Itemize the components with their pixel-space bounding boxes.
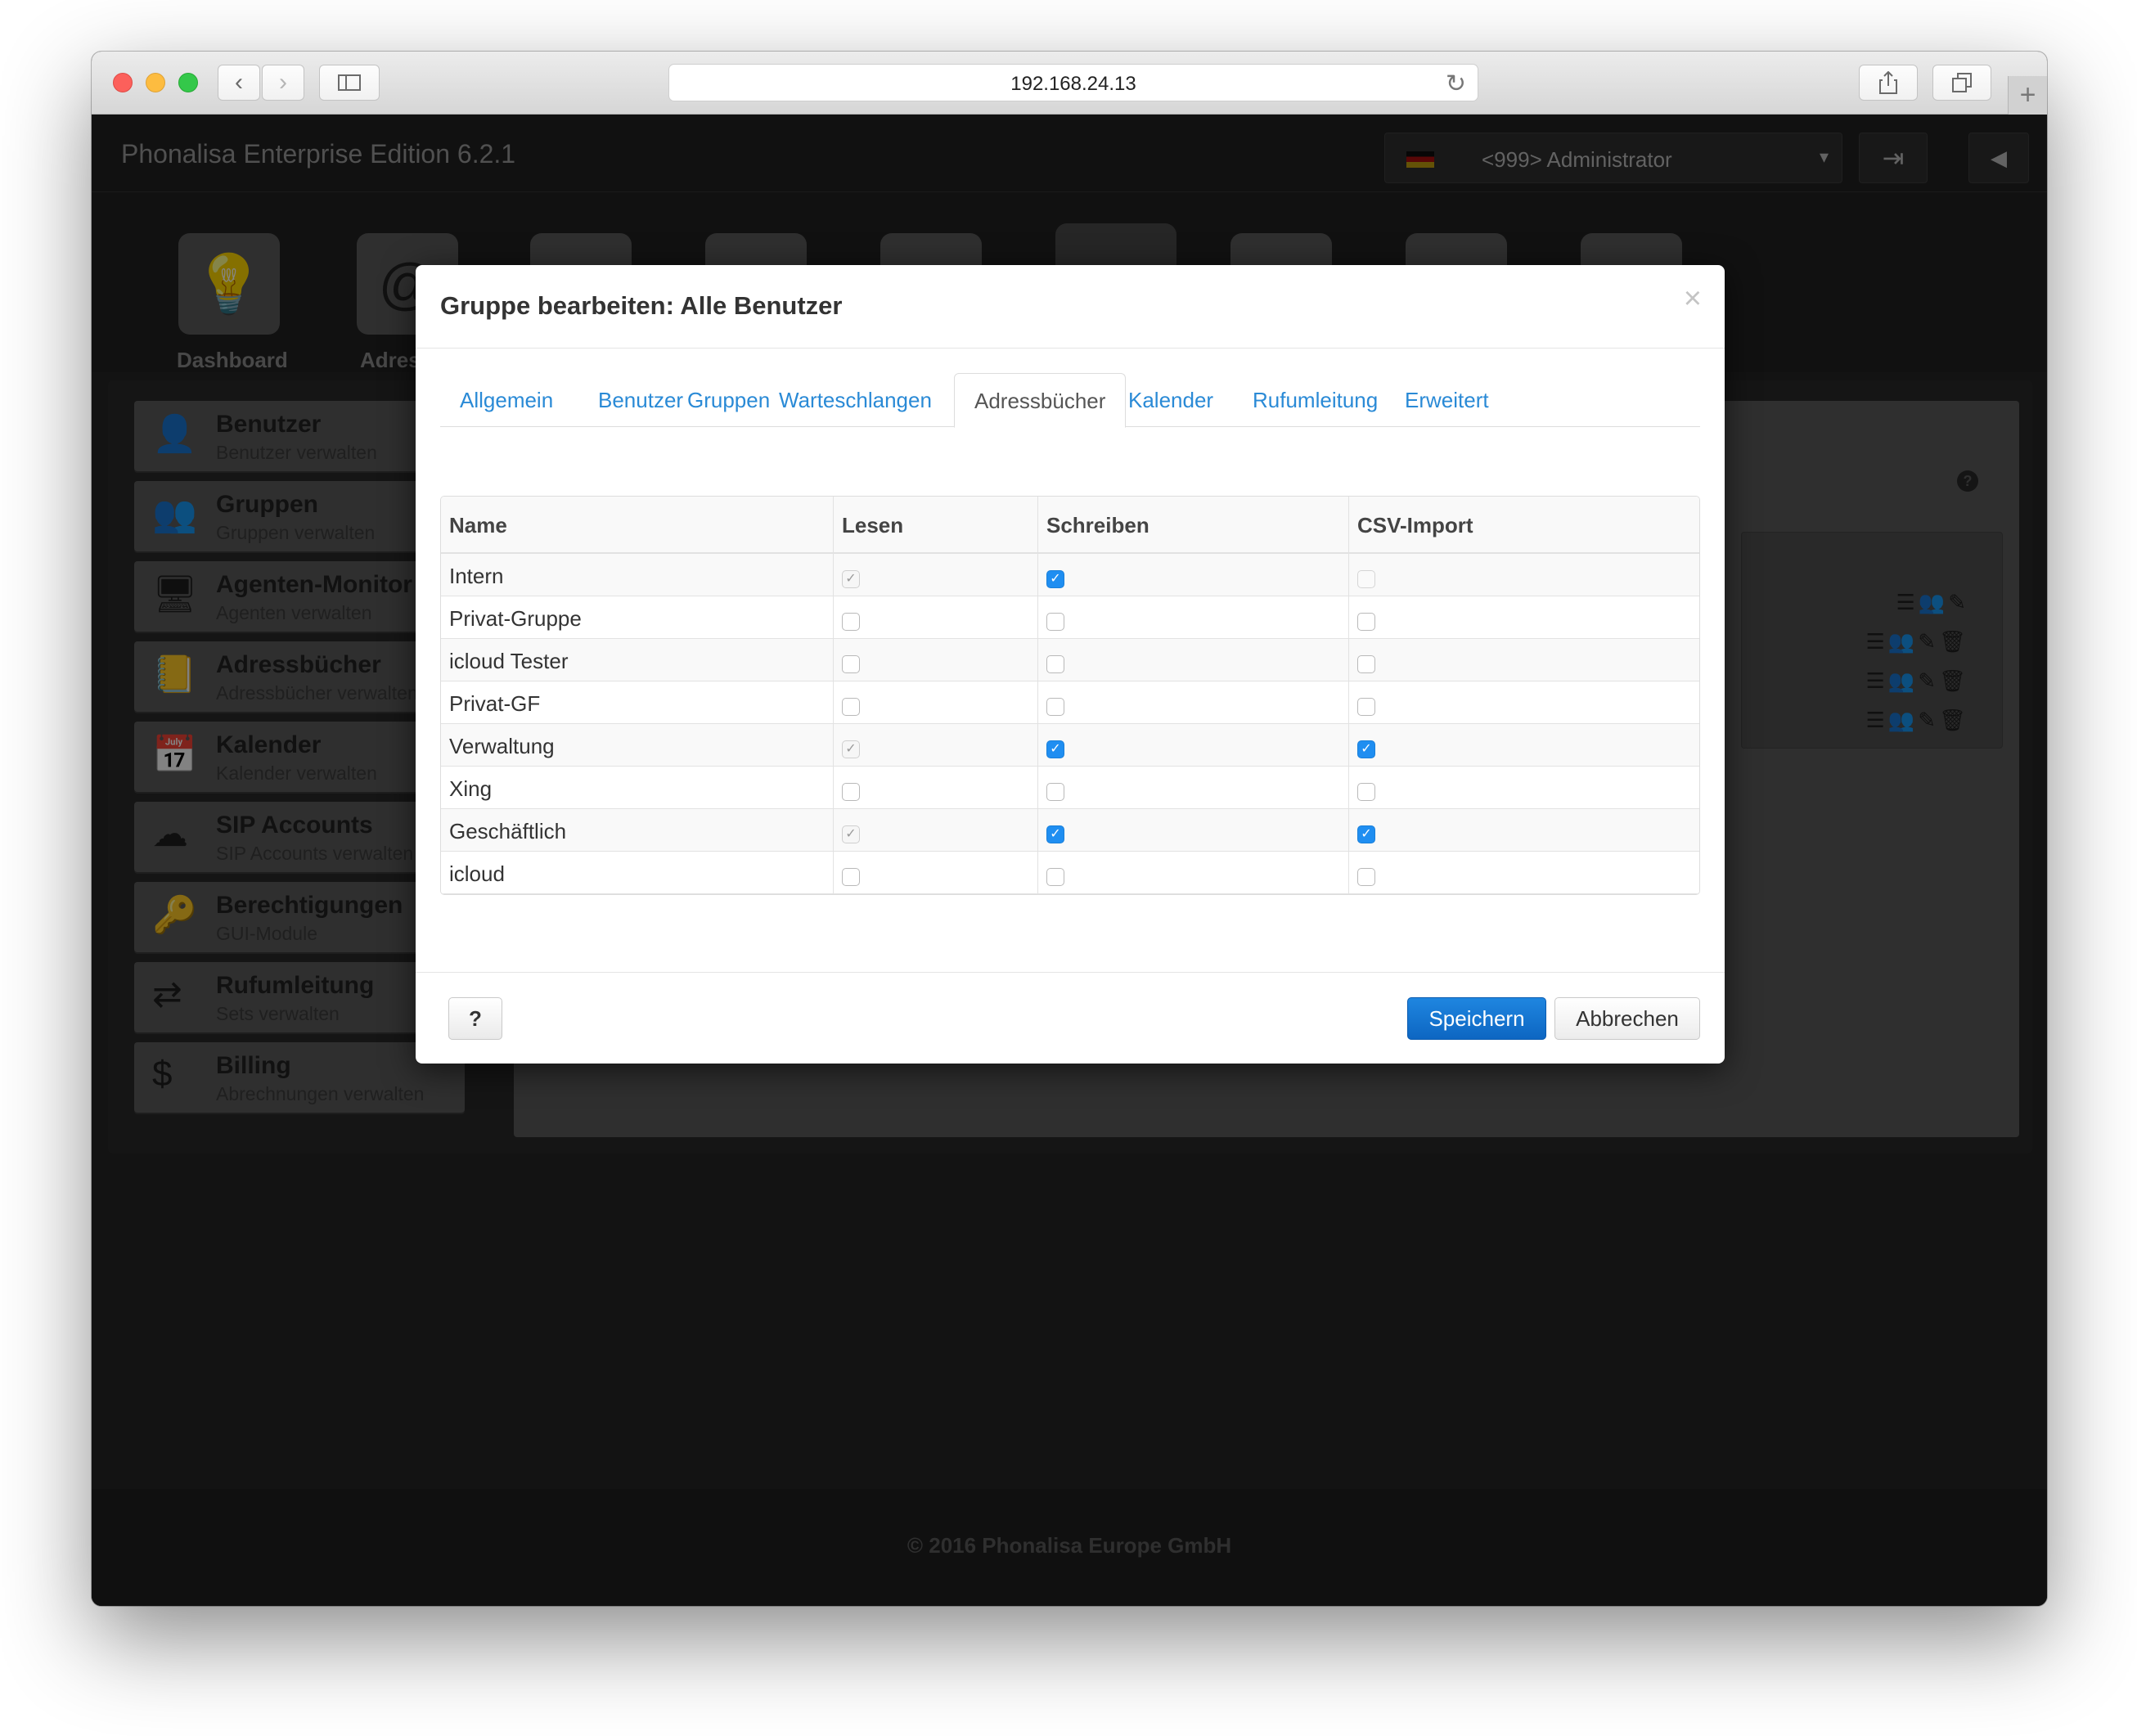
lesen-checkbox[interactable]	[842, 698, 860, 716]
schreiben-checkbox[interactable]: ✓	[1046, 570, 1064, 588]
edit-group-dialog: Gruppe bearbeiten: Alle Benutzer × Allge…	[416, 265, 1725, 1064]
addressbook-permissions-table: Name Lesen Schreiben CSV-Import Intern ✓ ✓…	[440, 496, 1700, 895]
schreiben-checkbox[interactable]	[1046, 783, 1064, 801]
share-button[interactable]	[1859, 65, 1918, 101]
table-row: Intern ✓ ✓	[441, 554, 1699, 596]
tab-erweitert[interactable]: Erweitert	[1385, 373, 1509, 427]
table-row: Verwaltung ✓ ✓ ✓	[441, 724, 1699, 767]
lesen-checkbox: ✓	[842, 570, 860, 588]
tab-allgemein[interactable]: Allgemein	[440, 373, 573, 427]
forward-button[interactable]: ›	[262, 65, 304, 101]
schreiben-checkbox[interactable]: ✓	[1046, 825, 1064, 843]
csv-import-checkbox[interactable]	[1357, 868, 1375, 886]
schreiben-checkbox[interactable]: ✓	[1046, 740, 1064, 758]
column-header-csv-import: CSV-Import	[1357, 513, 1473, 537]
cancel-button[interactable]: Abbrechen	[1554, 997, 1700, 1040]
lesen-checkbox[interactable]	[842, 868, 860, 886]
new-tab-button[interactable]: +	[2008, 76, 2047, 115]
csv-import-checkbox[interactable]	[1357, 698, 1375, 716]
sidebar-toggle-button[interactable]	[319, 65, 380, 101]
csv-import-checkbox	[1357, 570, 1375, 588]
table-row: Privat-Gruppe	[441, 596, 1699, 639]
reload-icon[interactable]: ↻	[1446, 70, 1466, 98]
dialog-header: Gruppe bearbeiten: Alle Benutzer ×	[416, 265, 1725, 349]
close-window-button[interactable]	[113, 73, 133, 92]
save-button[interactable]: Speichern	[1407, 997, 1546, 1040]
tab-warteschlangen[interactable]: Warteschlangen	[759, 373, 952, 427]
help-button[interactable]: ?	[448, 997, 502, 1040]
column-header-lesen: Lesen	[842, 513, 904, 537]
csv-import-checkbox[interactable]	[1357, 655, 1375, 673]
addressbook-name: icloud	[449, 861, 505, 886]
dialog-footer: ? Speichern Abbrechen	[416, 972, 1725, 1064]
minimize-window-button[interactable]	[146, 73, 165, 92]
back-button[interactable]: ‹	[218, 65, 260, 101]
addressbook-name: Intern	[449, 564, 504, 588]
addressbook-name: Geschäftlich	[449, 819, 567, 843]
chevron-left-icon: ‹	[235, 69, 243, 96]
csv-import-checkbox[interactable]	[1357, 783, 1375, 801]
table-row: Privat-GF	[441, 681, 1699, 724]
lesen-checkbox: ✓	[842, 825, 860, 843]
dialog-title: Gruppe bearbeiten: Alle Benutzer	[440, 291, 843, 320]
column-divider	[1037, 497, 1038, 894]
lesen-checkbox: ✓	[842, 740, 860, 758]
table-row: Geschäftlich ✓ ✓ ✓	[441, 809, 1699, 852]
dialog-tabs: Allgemein Benutzer Gruppen Warteschlange…	[440, 373, 1700, 428]
table-row: icloud	[441, 852, 1699, 894]
column-divider	[833, 497, 834, 894]
csv-import-checkbox[interactable]	[1357, 613, 1375, 631]
csv-import-checkbox[interactable]: ✓	[1357, 825, 1375, 843]
tab-kalender[interactable]: Kalender	[1109, 373, 1233, 427]
chevron-right-icon: ›	[279, 69, 287, 96]
lesen-checkbox[interactable]	[842, 783, 860, 801]
tabs-icon	[1952, 73, 1972, 92]
sidebar-icon	[338, 74, 361, 91]
column-divider	[1348, 497, 1349, 894]
addressbook-name: Xing	[449, 776, 493, 801]
schreiben-checkbox[interactable]	[1046, 613, 1064, 631]
url-text: 192.168.24.13	[1010, 73, 1136, 95]
csv-import-checkbox[interactable]: ✓	[1357, 740, 1375, 758]
close-icon[interactable]: ×	[1684, 281, 1702, 317]
tab-adressbuecher[interactable]: Adressbücher	[954, 373, 1127, 428]
address-bar[interactable]: 192.168.24.13 ↻	[668, 64, 1478, 101]
schreiben-checkbox[interactable]	[1046, 655, 1064, 673]
addressbook-name: Privat-GF	[449, 691, 541, 716]
plus-icon: +	[2019, 79, 2036, 110]
column-header-name: Name	[449, 513, 507, 537]
table-row: Xing	[441, 767, 1699, 809]
browser-toolbar: ‹ › 192.168.24.13 ↻ +	[92, 52, 2047, 115]
tab-rufumleitung[interactable]: Rufumleitung	[1233, 373, 1397, 427]
tabs-overview-button[interactable]	[1932, 65, 1991, 101]
lesen-checkbox[interactable]	[842, 613, 860, 631]
table-row: icloud Tester	[441, 639, 1699, 681]
column-header-schreiben: Schreiben	[1046, 513, 1149, 537]
lesen-checkbox[interactable]	[842, 655, 860, 673]
schreiben-checkbox[interactable]	[1046, 698, 1064, 716]
addressbook-name: Verwaltung	[449, 734, 555, 758]
table-header: Name Lesen Schreiben CSV-Import	[441, 497, 1699, 554]
schreiben-checkbox[interactable]	[1046, 868, 1064, 886]
share-icon	[1879, 71, 1897, 94]
addressbook-name: Privat-Gruppe	[449, 606, 582, 631]
zoom-window-button[interactable]	[178, 73, 198, 92]
addressbook-name: icloud Tester	[449, 649, 569, 673]
